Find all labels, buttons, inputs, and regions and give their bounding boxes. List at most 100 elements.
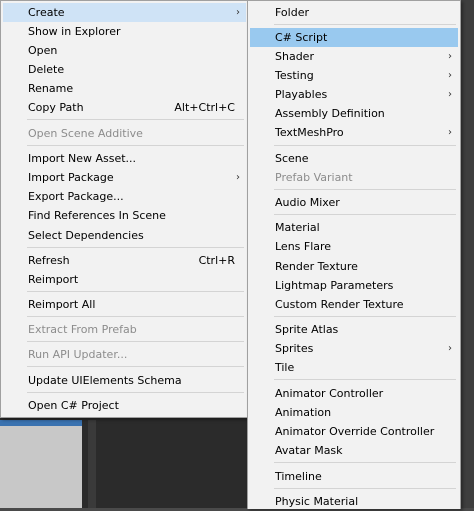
- menu-separator: [274, 462, 456, 463]
- editor-scrollbar[interactable]: [88, 420, 96, 508]
- menu-item-label: Material: [275, 221, 320, 234]
- submenu-item-scene[interactable]: Scene: [250, 149, 458, 168]
- menu-item-label: Refresh: [28, 254, 70, 267]
- menu-item-label: Testing: [275, 69, 314, 82]
- context-menu: Create › Show in Explorer Open Delete Re…: [0, 0, 249, 418]
- menu-item-label: Animator Controller: [275, 387, 384, 400]
- submenu-item-material[interactable]: Material: [250, 218, 458, 237]
- chevron-right-icon: ›: [448, 89, 452, 100]
- submenu-item-lens-flare[interactable]: Lens Flare: [250, 237, 458, 256]
- submenu-item-animator-override-controller[interactable]: Animator Override Controller: [250, 422, 458, 441]
- menu-item-refresh[interactable]: Refresh Ctrl+R: [3, 251, 246, 270]
- menu-item-open[interactable]: Open: [3, 41, 246, 60]
- submenu-item-avatar-mask[interactable]: Avatar Mask: [250, 441, 458, 460]
- submenu-item-tile[interactable]: Tile: [250, 358, 458, 377]
- menu-item-label: Audio Mixer: [275, 196, 340, 209]
- menu-item-label: Import Package: [28, 171, 114, 184]
- submenu-item-textmeshpro[interactable]: TextMeshPro ›: [250, 123, 458, 142]
- menu-item-label: Custom Render Texture: [275, 298, 404, 311]
- menu-item-label: Rename: [28, 82, 74, 95]
- menu-item-label: Sprites: [275, 342, 314, 355]
- menu-item-select-dependencies[interactable]: Select Dependencies: [3, 226, 246, 245]
- menu-item-create[interactable]: Create ›: [3, 3, 246, 22]
- chevron-right-icon: ›: [448, 51, 452, 62]
- menu-item-label: TextMeshPro: [275, 126, 344, 139]
- menu-item-label: Folder: [275, 6, 309, 19]
- menu-item-label: Playables: [275, 88, 328, 101]
- submenu-item-lightmap-parameters[interactable]: Lightmap Parameters: [250, 276, 458, 295]
- submenu-item-animation[interactable]: Animation: [250, 403, 458, 422]
- menu-item-label: Render Texture: [275, 260, 358, 273]
- submenu-item-animator-controller[interactable]: Animator Controller: [250, 384, 458, 403]
- chevron-right-icon: ›: [448, 343, 452, 354]
- menu-item-label: Import New Asset...: [28, 152, 137, 165]
- menu-item-label: Animation: [275, 406, 332, 419]
- menu-item-label: Shader: [275, 50, 314, 63]
- submenu-item-physic-material[interactable]: Physic Material: [250, 492, 458, 511]
- menu-separator: [27, 392, 244, 393]
- menu-item-label: Lightmap Parameters: [275, 279, 394, 292]
- menu-item-label: Export Package...: [28, 190, 124, 203]
- submenu-item-assembly-definition[interactable]: Assembly Definition: [250, 104, 458, 123]
- menu-item-rename[interactable]: Rename: [3, 79, 246, 98]
- menu-item-label: Find References In Scene: [28, 209, 166, 222]
- menu-item-label: Create: [28, 6, 65, 19]
- menu-item-reimport[interactable]: Reimport: [3, 270, 246, 289]
- menu-item-label: Physic Material: [275, 495, 359, 508]
- menu-item-export-package[interactable]: Export Package...: [3, 187, 246, 206]
- menu-separator: [274, 379, 456, 380]
- menu-separator: [274, 145, 456, 146]
- submenu-item-sprites[interactable]: Sprites ›: [250, 339, 458, 358]
- submenu-item-prefab-variant: Prefab Variant: [250, 168, 458, 187]
- shortcut-label: Ctrl+R: [198, 254, 235, 267]
- menu-item-label: Reimport All: [28, 298, 96, 311]
- menu-item-label: Open: [28, 44, 58, 57]
- menu-separator: [27, 247, 244, 248]
- menu-separator: [274, 214, 456, 215]
- menu-separator: [27, 291, 244, 292]
- chevron-right-icon: ›: [236, 172, 240, 183]
- menu-separator: [27, 366, 244, 367]
- menu-item-copy-path[interactable]: Copy Path Alt+Ctrl+C: [3, 98, 246, 117]
- menu-separator: [274, 316, 456, 317]
- menu-separator: [274, 24, 456, 25]
- menu-item-label: Update UIElements Schema: [28, 374, 182, 387]
- menu-item-label: Open Scene Additive: [28, 127, 143, 140]
- menu-item-import-package[interactable]: Import Package ›: [3, 168, 246, 187]
- submenu-item-custom-render-texture[interactable]: Custom Render Texture: [250, 295, 458, 314]
- submenu-item-shader[interactable]: Shader ›: [250, 47, 458, 66]
- menu-item-label: Animator Override Controller: [275, 425, 435, 438]
- menu-item-label: Tile: [275, 361, 295, 374]
- submenu-item-sprite-atlas[interactable]: Sprite Atlas: [250, 320, 458, 339]
- menu-separator: [27, 145, 244, 146]
- create-submenu: Folder C# Script Shader › Testing › Play…: [247, 0, 461, 509]
- editor-side-panel: [460, 0, 474, 508]
- shortcut-label: Alt+Ctrl+C: [174, 101, 235, 114]
- menu-item-open-csharp-project[interactable]: Open C# Project: [3, 396, 246, 415]
- menu-item-label: Timeline: [275, 470, 322, 483]
- menu-item-update-uielements-schema[interactable]: Update UIElements Schema: [3, 371, 246, 390]
- menu-item-import-new-asset[interactable]: Import New Asset...: [3, 149, 246, 168]
- menu-item-reimport-all[interactable]: Reimport All: [3, 295, 246, 314]
- menu-item-label: C# Script: [275, 31, 328, 44]
- menu-item-find-references[interactable]: Find References In Scene: [3, 206, 246, 225]
- menu-item-label: Delete: [28, 63, 65, 76]
- menu-item-extract-from-prefab: Extract From Prefab: [3, 320, 246, 339]
- menu-separator: [274, 488, 456, 489]
- menu-item-label: Reimport: [28, 273, 79, 286]
- submenu-item-render-texture[interactable]: Render Texture: [250, 257, 458, 276]
- menu-item-label: Assembly Definition: [275, 107, 385, 120]
- submenu-item-playables[interactable]: Playables ›: [250, 85, 458, 104]
- menu-item-label: Copy Path: [28, 101, 84, 114]
- submenu-item-csharp-script[interactable]: C# Script: [250, 28, 458, 47]
- menu-item-label: Avatar Mask: [275, 444, 343, 457]
- menu-item-run-api-updater: Run API Updater...: [3, 345, 246, 364]
- submenu-item-folder[interactable]: Folder: [250, 3, 458, 22]
- submenu-item-audio-mixer[interactable]: Audio Mixer: [250, 193, 458, 212]
- menu-item-delete[interactable]: Delete: [3, 60, 246, 79]
- submenu-item-timeline[interactable]: Timeline: [250, 467, 458, 486]
- menu-separator: [27, 119, 244, 120]
- submenu-item-testing[interactable]: Testing ›: [250, 66, 458, 85]
- menu-item-show-in-explorer[interactable]: Show in Explorer: [3, 22, 246, 41]
- chevron-right-icon: ›: [448, 70, 452, 81]
